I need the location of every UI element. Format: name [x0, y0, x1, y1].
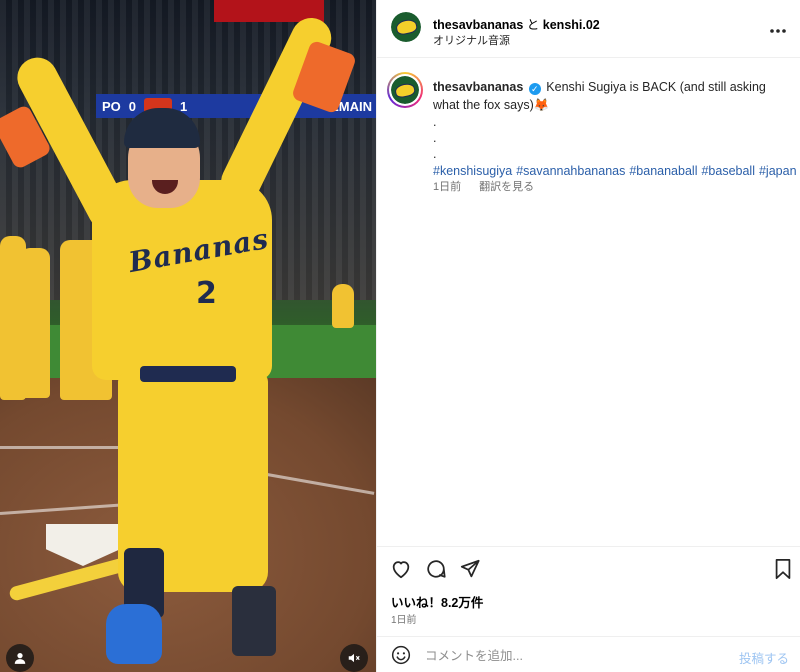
emoji-button[interactable]	[391, 645, 411, 670]
author-username-link[interactable]: thesavbananas	[433, 18, 523, 32]
smiley-icon	[391, 645, 411, 665]
mute-button[interactable]	[340, 644, 368, 672]
like-button[interactable]	[389, 557, 413, 581]
post-details-panel: thesavbananas と kenshi.02 オリジナル音源 thesav…	[376, 0, 800, 672]
post-comment-button[interactable]: 投稿する	[739, 648, 789, 667]
tagged-users-button[interactable]	[6, 644, 34, 672]
post-authors: thesavbananas と kenshi.02	[433, 14, 600, 33]
account-logo-icon	[391, 12, 421, 42]
hashtag-link[interactable]: #savannahbananas	[516, 164, 625, 178]
save-button[interactable]	[771, 557, 795, 581]
hashtag-link[interactable]: #japan	[759, 164, 797, 178]
collaborator-username-link[interactable]: kenshi.02	[543, 18, 600, 32]
comment-bar: 投稿する	[377, 636, 800, 672]
caption-meta: 1日前 翻訳を見る	[433, 178, 534, 194]
hashtag-link[interactable]: #bananaball	[629, 164, 697, 178]
bookmark-icon	[775, 558, 791, 580]
player-shoe	[106, 604, 162, 664]
caption-time: 1日前	[433, 181, 462, 193]
verified-badge-icon: ✓	[528, 83, 541, 95]
post-date: 1日前	[391, 615, 417, 626]
comment-input[interactable]	[425, 645, 725, 667]
caption-avatar[interactable]	[391, 76, 419, 104]
caption-text-block: thesavbananas ✓ Kenshi Sugiya is BACK (a…	[433, 78, 797, 180]
heart-icon	[392, 561, 410, 579]
audio-link[interactable]: オリジナル音源	[433, 32, 510, 48]
scoreboard-score-left: 0	[128, 98, 137, 114]
account-logo-icon	[391, 76, 419, 104]
speaker-muted-icon	[348, 653, 360, 663]
comment-icon	[427, 560, 446, 578]
send-icon	[460, 559, 480, 578]
player-sock	[232, 586, 276, 656]
caption-username-link[interactable]: thesavbananas	[433, 80, 523, 94]
author-joiner: と	[523, 18, 543, 32]
action-bar: いいね！8.2万件 1日前	[377, 546, 800, 636]
post-header: thesavbananas と kenshi.02 オリジナル音源	[377, 0, 800, 58]
background-player	[20, 248, 50, 398]
post-media[interactable]: PO 0 1 EMAIN Bananas 2	[0, 0, 376, 672]
jersey-number: 2	[196, 276, 217, 311]
scoreboard-team: PO	[102, 98, 121, 114]
hashtag-link[interactable]: #kenshisugiya	[433, 164, 512, 178]
translate-link[interactable]: 翻訳を見る	[479, 178, 534, 194]
more-horizontal-icon	[770, 29, 786, 33]
caption-dot: .	[433, 147, 437, 161]
caption-dot: .	[433, 131, 437, 145]
background-player	[332, 284, 354, 328]
caption-dot: .	[433, 115, 437, 129]
more-options-button[interactable]	[769, 18, 787, 39]
share-button[interactable]	[458, 557, 482, 581]
player-belt	[140, 366, 236, 382]
hashtag-link[interactable]: #baseball	[701, 164, 755, 178]
player-jersey	[92, 180, 272, 380]
like-count[interactable]: いいね！8.2万件	[391, 592, 483, 611]
collab-avatar[interactable]	[391, 12, 421, 42]
comment-button[interactable]	[424, 557, 448, 581]
person-icon	[14, 653, 26, 664]
